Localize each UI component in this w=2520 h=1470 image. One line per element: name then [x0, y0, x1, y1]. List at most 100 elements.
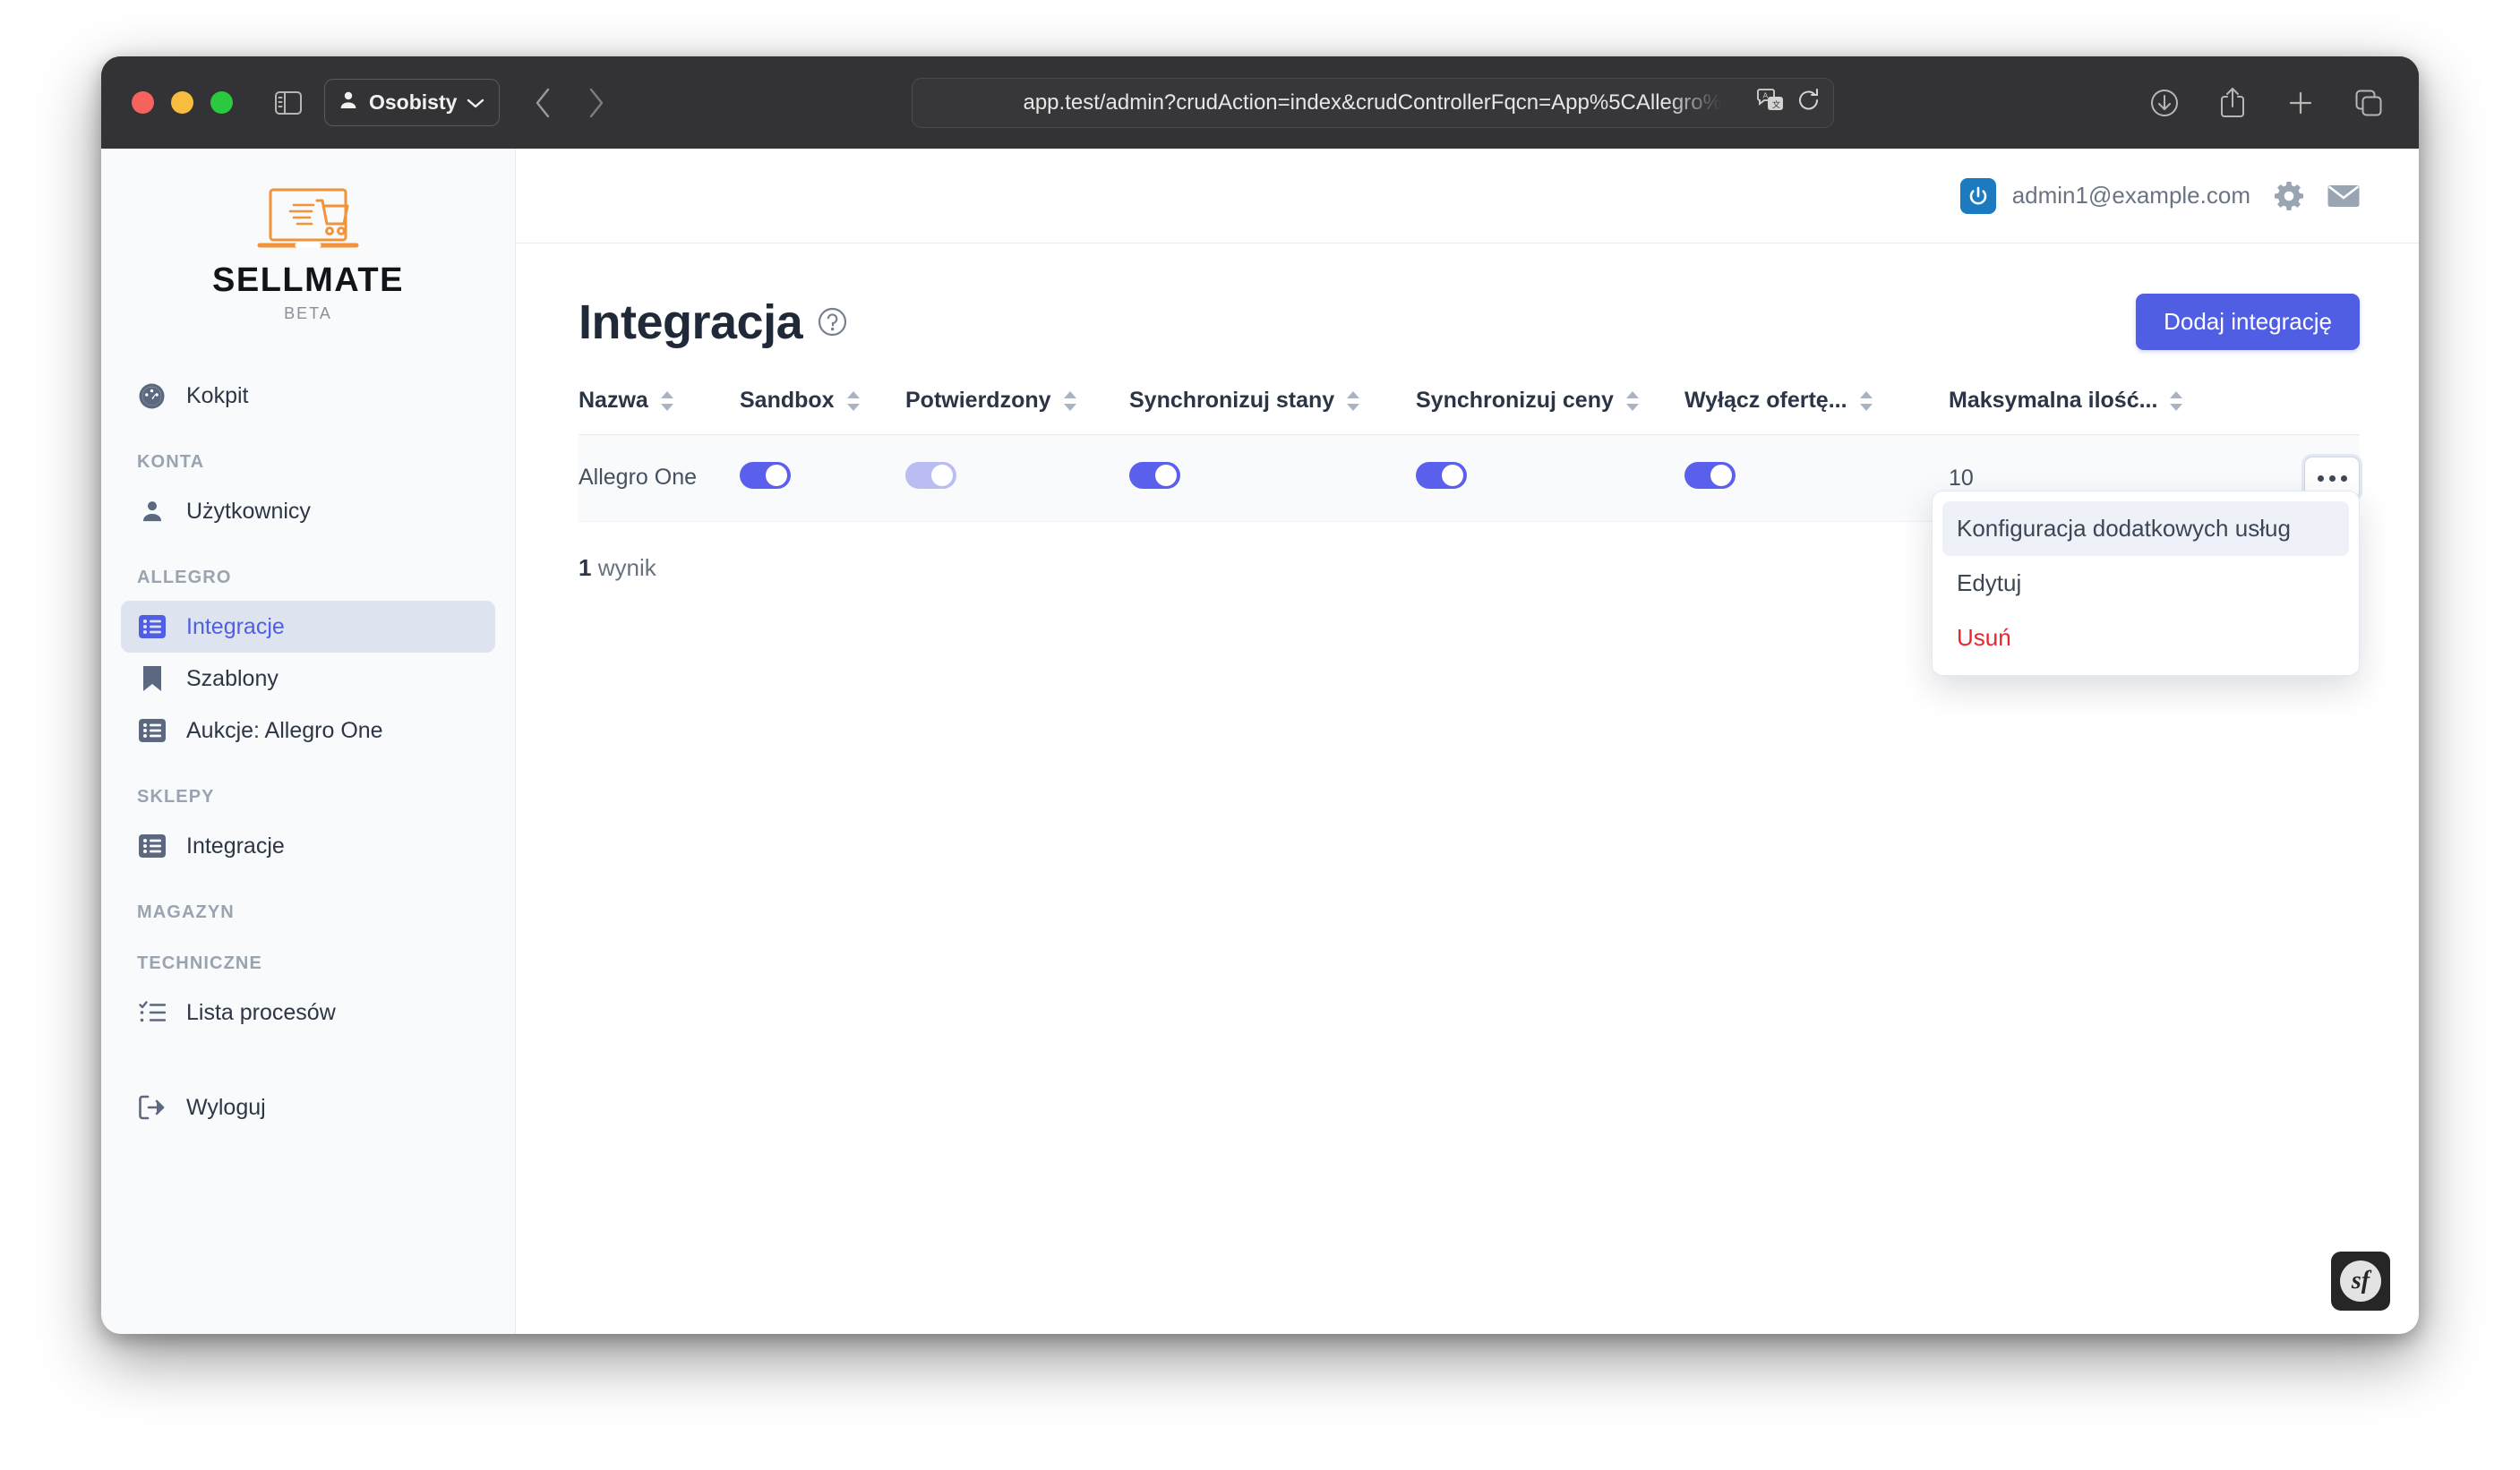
sidebar-item-label: Użytkownicy: [186, 498, 311, 524]
sort-arrows-icon[interactable]: [846, 390, 861, 411]
sort-arrows-icon[interactable]: [1063, 390, 1077, 411]
column-header-nazwa[interactable]: Nazwa: [579, 388, 740, 435]
sidebar-item-integracje-sklepy[interactable]: Integracje: [121, 820, 495, 872]
column-label: Sandbox: [740, 388, 835, 413]
column-label: Synchronizuj ceny: [1416, 388, 1614, 413]
add-integration-button[interactable]: Dodaj integrację: [2136, 294, 2360, 350]
share-icon[interactable]: [2213, 83, 2252, 123]
browser-navigation: [521, 81, 618, 125]
browser-right-actions: [2145, 83, 2388, 123]
toggle-synchronizuj-stany[interactable]: [1129, 461, 1180, 489]
sidebar-item-label: Lista procesów: [186, 999, 336, 1025]
sidebar-item-label: Integracje: [186, 613, 285, 639]
toggle-wylacz-oferte[interactable]: [1684, 461, 1736, 489]
toggle-sandbox[interactable]: [740, 461, 791, 489]
sidebar-item-label: Aukcje: Allegro One: [186, 717, 383, 743]
result-count-value: 1: [579, 554, 592, 581]
symfony-logo-icon: sf: [2340, 1261, 2381, 1302]
cell-sandbox: [740, 434, 905, 522]
chevron-down-icon: [467, 90, 484, 115]
browser-toolbar: Osobisty app.test/admin?crudAction=index…: [101, 56, 2419, 149]
power-icon: [1959, 177, 1996, 214]
column-header-synchronizuj-ceny[interactable]: Synchronizuj ceny: [1416, 388, 1684, 435]
sidebar-section-techniczne: TECHNICZNE: [137, 953, 262, 973]
address-bar[interactable]: app.test/admin?crudAction=index&crudCont…: [911, 77, 1834, 128]
sidebar-item-kokpit[interactable]: Kokpit: [121, 370, 495, 422]
symfony-profiler-badge[interactable]: sf: [2331, 1252, 2390, 1311]
column-label: Synchronizuj stany: [1129, 388, 1335, 413]
column-header-synchronizuj-stany[interactable]: Synchronizuj stany: [1129, 388, 1416, 435]
close-window-button[interactable]: [132, 91, 154, 114]
sidebar-item-szablony[interactable]: Szablony: [121, 653, 495, 705]
question-circle-icon[interactable]: [818, 307, 847, 337]
sidebar-item-label: Kokpit: [186, 382, 249, 408]
toggle-synchronizuj-ceny[interactable]: [1416, 461, 1467, 489]
column-header-sandbox[interactable]: Sandbox: [740, 388, 905, 435]
translate-icon[interactable]: A 文: [1756, 89, 1785, 116]
brand-block: SELLMATE BETA: [101, 149, 515, 348]
column-header-maksymalna-ilosc[interactable]: Maksymalna ilość...: [1949, 388, 2244, 435]
sort-arrows-icon[interactable]: [660, 390, 674, 411]
sidebar-toggle-icon[interactable]: [269, 83, 308, 123]
browser-profile-button[interactable]: Osobisty: [324, 79, 501, 126]
downloads-icon[interactable]: [2145, 83, 2184, 123]
address-bar-actions: A 文: [1756, 79, 1821, 127]
sidebar-section-konta: KONTA: [137, 452, 205, 472]
plus-icon[interactable]: [2281, 83, 2320, 123]
forward-arrow-icon[interactable]: [573, 81, 618, 125]
page-title-group: Integracja: [579, 295, 847, 350]
sidebar-item-integracje-allegro[interactable]: Integracje: [121, 601, 495, 653]
sort-arrows-icon[interactable]: [1625, 390, 1640, 411]
main-content: admin1@example.com Integracja Dodaj inte…: [516, 149, 2419, 1334]
result-count-label: wynik: [597, 554, 656, 581]
browser-profile-label: Osobisty: [369, 90, 458, 114]
list-icon: [137, 716, 167, 746]
sidebar-item-lista-procesow[interactable]: Lista procesów: [121, 987, 495, 1038]
dropdown-item-edytuj[interactable]: Edytuj: [1942, 556, 2349, 611]
page-content: Integracja Dodaj integrację Nazwa Sandbo…: [516, 244, 2419, 676]
column-header-actions: [2244, 388, 2360, 435]
back-arrow-icon[interactable]: [521, 81, 566, 125]
browser-window: Osobisty app.test/admin?crudAction=index…: [101, 56, 2419, 1334]
envelope-icon[interactable]: [2327, 184, 2360, 209]
toggle-potwierdzony[interactable]: [905, 461, 956, 489]
cell-synchronizuj-ceny: [1416, 434, 1684, 522]
logout-icon: [137, 1093, 167, 1123]
cell-synchronizuj-stany: [1129, 434, 1416, 522]
minimize-window-button[interactable]: [171, 91, 193, 114]
bookmark-icon: [137, 664, 167, 694]
page-title: Integracja: [579, 295, 803, 349]
user-account-chip[interactable]: admin1@example.com: [1959, 177, 2250, 214]
sidebar-section-sklepy: SKLEPY: [137, 787, 215, 807]
sidebar-item-label: Integracje: [186, 833, 285, 859]
table-header-row: Nazwa Sandbox Potwierdzony Synchronizuj …: [579, 388, 2360, 435]
brand-tag: BETA: [284, 304, 332, 322]
sidebar-item-wyloguj[interactable]: Wyloguj: [121, 1081, 495, 1133]
list-icon: [137, 832, 167, 861]
cell-wylacz-oferte: [1684, 434, 1949, 522]
cell-potwierdzony: [905, 434, 1129, 522]
sidebar-item-label: Szablony: [186, 665, 279, 691]
sellmate-logo-icon: [251, 183, 365, 260]
column-label: Potwierdzony: [905, 388, 1051, 413]
checklist-icon: [137, 998, 167, 1028]
sidebar-nav: Kokpit KONTA Użytkownicy ALLEGRO Integra…: [101, 348, 515, 1133]
desktop-background: Osobisty app.test/admin?crudAction=index…: [0, 0, 2520, 1470]
gear-icon[interactable]: [2274, 181, 2304, 211]
maximize-window-button[interactable]: [210, 91, 233, 114]
person-icon: [338, 90, 359, 116]
reload-icon[interactable]: [1797, 88, 1821, 117]
row-actions-dropdown: Konfiguracja dodatkowych usług Edytuj Us…: [1932, 491, 2360, 676]
sort-arrows-icon[interactable]: [1859, 390, 1873, 411]
sidebar-item-aukcje-allegro-one[interactable]: Aukcje: Allegro One: [121, 705, 495, 756]
dropdown-item-usun[interactable]: Usuń: [1942, 611, 2349, 665]
sidebar-item-uzytkownicy[interactable]: Użytkownicy: [121, 485, 495, 537]
page-header: Integracja Dodaj integrację: [579, 294, 2360, 350]
column-label: Nazwa: [579, 388, 648, 413]
sort-arrows-icon[interactable]: [2169, 390, 2183, 411]
column-header-potwierdzony[interactable]: Potwierdzony: [905, 388, 1129, 435]
column-header-wylacz-oferte[interactable]: Wyłącz ofertę...: [1684, 388, 1949, 435]
tab-overview-icon[interactable]: [2349, 83, 2388, 123]
sort-arrows-icon[interactable]: [1346, 390, 1360, 411]
dropdown-item-konfiguracja[interactable]: Konfiguracja dodatkowych usług: [1942, 501, 2349, 556]
